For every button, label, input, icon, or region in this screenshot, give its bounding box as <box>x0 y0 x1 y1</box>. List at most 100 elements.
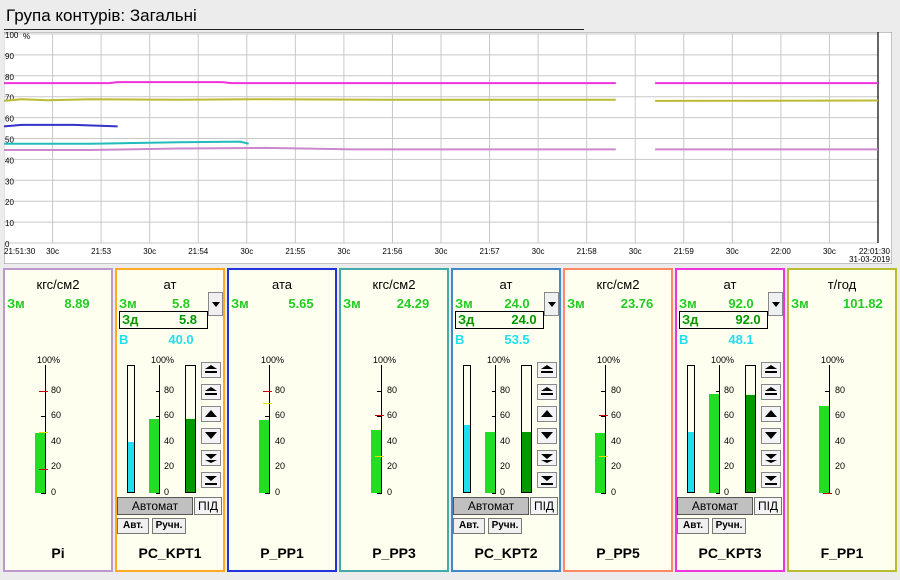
output-fill <box>464 425 470 492</box>
down-button[interactable] <box>761 428 781 444</box>
scale-tick <box>825 390 830 392</box>
step-down-fast-button[interactable] <box>201 472 221 488</box>
step-down-fast-icon <box>205 476 217 485</box>
step-up-icon <box>765 387 777 395</box>
scale-unit: % <box>726 355 735 365</box>
step-down-icon <box>765 454 777 463</box>
step-up-fast-button[interactable] <box>761 362 781 378</box>
panel-pi: кгс/см2 Зм 8.89 100% 80 60 40 20 0 Pi <box>3 268 113 572</box>
tag-name: Pi <box>51 545 65 561</box>
unit-label: кгс/см2 <box>36 277 80 292</box>
auto-button[interactable]: Авт. <box>117 518 149 534</box>
scale-axis <box>269 365 270 493</box>
up-button[interactable] <box>537 406 557 422</box>
out-value: 53.5 <box>504 332 530 347</box>
step-up-button[interactable] <box>761 384 781 400</box>
scale-tick <box>492 390 496 392</box>
sp-value: 24.0 <box>511 312 537 327</box>
dropdown-button[interactable] <box>208 292 223 316</box>
pid-button[interactable]: ПІД <box>754 497 782 515</box>
scale-tick-label: 80 <box>835 384 846 395</box>
pv-value: 92.0 <box>728 296 754 311</box>
pv-label: Зм <box>567 296 585 311</box>
scale-tick-label: 20 <box>835 461 846 472</box>
y-unit-label: % <box>23 32 30 41</box>
tag-name: PC_KPT3 <box>698 545 762 561</box>
pv-value: 24.0 <box>504 296 530 311</box>
out-value: 48.1 <box>728 332 754 347</box>
step-down-button[interactable] <box>761 450 781 466</box>
trend-chart[interactable]: 1009080706050403020100%21:51:30 30с 21:53 3… <box>4 32 892 264</box>
scale-axis <box>829 365 830 493</box>
y-tick-label: 10 <box>5 219 14 228</box>
sp-label: Зд <box>682 312 699 327</box>
down-icon <box>205 432 217 439</box>
step-up-button[interactable] <box>201 384 221 400</box>
scale-tick <box>377 390 382 392</box>
scale-tick-label: 0 <box>835 487 841 497</box>
dropdown-button[interactable] <box>768 292 783 316</box>
scale-tick-label: 20 <box>500 461 511 472</box>
mode-indicator[interactable]: Автомат <box>677 497 753 515</box>
scale-tick <box>601 416 606 418</box>
scale-tick <box>41 493 46 494</box>
scale-tick-label: 80 <box>724 384 735 395</box>
up-icon <box>541 410 553 417</box>
up-button[interactable] <box>761 406 781 422</box>
step-down-fast-button[interactable] <box>537 472 557 488</box>
step-up-button[interactable] <box>537 384 557 400</box>
step-up-fast-button[interactable] <box>537 362 557 378</box>
sp-label: Зд <box>122 312 139 327</box>
step-down-button[interactable] <box>201 450 221 466</box>
step-up-fast-button[interactable] <box>201 362 221 378</box>
step-down-fast-button[interactable] <box>761 472 781 488</box>
x-tick-label: 21:59 <box>674 247 695 256</box>
scale-max-value: 100 <box>821 355 837 365</box>
alarm-marker <box>823 493 832 494</box>
mode-indicator[interactable]: Автомат <box>117 497 193 515</box>
out-label: В <box>455 332 465 347</box>
manual-button[interactable]: Ручн. <box>152 518 186 534</box>
bar-scale: 100% 80 60 40 20 0 <box>789 355 895 497</box>
unit-label: ат <box>163 277 177 292</box>
scale-tick <box>265 416 270 418</box>
x-tick-label: 30с <box>823 247 836 256</box>
manual-button[interactable]: Ручн. <box>712 518 746 534</box>
panel-pc-kpt2: ат Зм 24.0 Зд 24.0 В 53.5 100% 80 60 40 20 0 Автомат П… <box>451 268 561 572</box>
pid-button[interactable]: ПІД <box>194 497 222 515</box>
scale-tick-label: 0 <box>275 487 281 497</box>
setpoint-field[interactable]: Зд 5.8 <box>119 311 208 329</box>
x-tick-label: 30с <box>337 247 350 256</box>
setpoint-field[interactable]: Зд 92.0 <box>679 311 768 329</box>
pv-bar <box>35 432 45 493</box>
scale-tick-label: 40 <box>387 435 398 446</box>
scale-unit: % <box>276 355 285 365</box>
alarm-marker <box>375 455 384 457</box>
step-down-fast-icon <box>765 476 777 485</box>
scale-tick-label: 20 <box>51 461 62 472</box>
down-button[interactable] <box>537 428 557 444</box>
scale-unit: % <box>836 355 845 365</box>
scale-tick-label: 0 <box>164 487 170 497</box>
x-tick-label: 21:53 <box>91 247 112 256</box>
pv-value: 23.76 <box>620 296 654 311</box>
y-tick-label: 30 <box>5 177 14 186</box>
down-button[interactable] <box>201 428 221 444</box>
alarm-marker <box>263 390 272 392</box>
pv-label: Зм <box>679 296 697 311</box>
manual-button[interactable]: Ручн. <box>488 518 522 534</box>
scale-tick-label: 40 <box>835 435 846 446</box>
scale-tick <box>156 390 160 392</box>
pid-button[interactable]: ПІД <box>530 497 558 515</box>
scale-tick <box>716 493 720 494</box>
dropdown-button[interactable] <box>544 292 559 316</box>
output-bar <box>127 365 135 493</box>
auto-button[interactable]: Авт. <box>677 518 709 534</box>
up-button[interactable] <box>201 406 221 422</box>
auto-button[interactable]: Авт. <box>453 518 485 534</box>
setpoint-field[interactable]: Зд 24.0 <box>455 311 544 329</box>
step-down-button[interactable] <box>537 450 557 466</box>
mode-indicator[interactable]: Автомат <box>453 497 529 515</box>
up-icon <box>765 410 777 417</box>
pv-bar <box>149 418 159 493</box>
